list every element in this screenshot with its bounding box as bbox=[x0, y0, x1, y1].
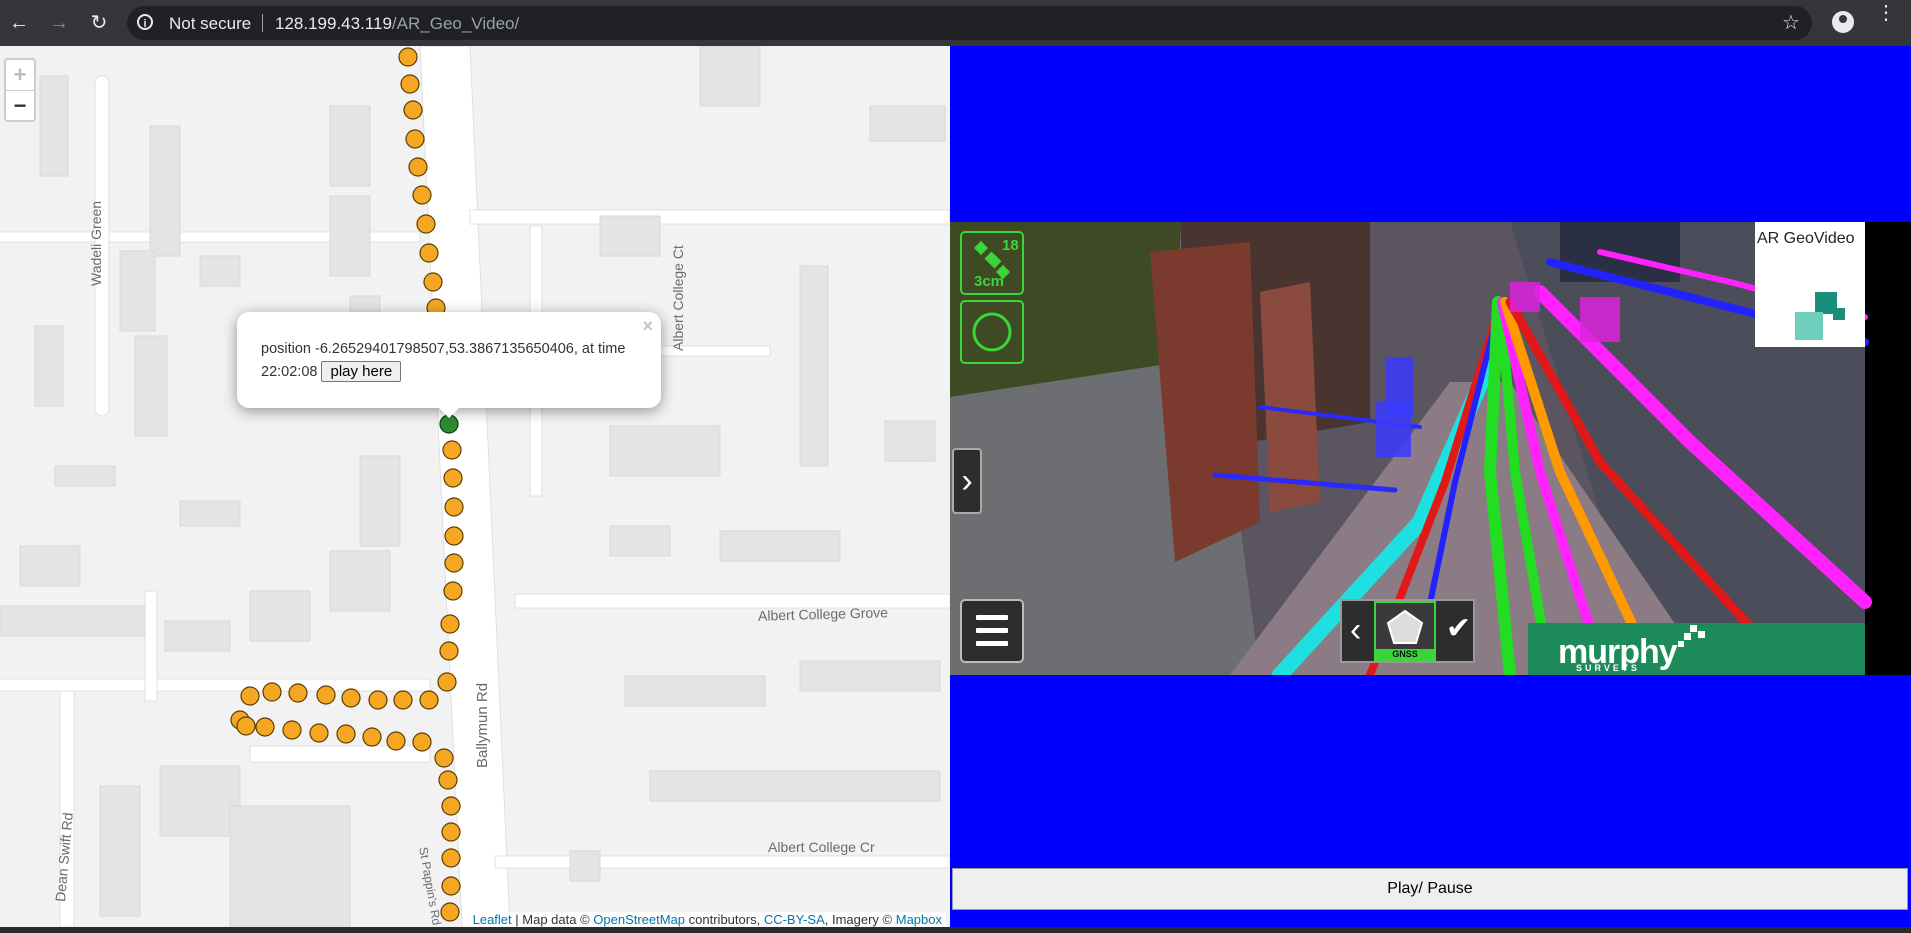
gnss-status-panel[interactable]: 18 3cm bbox=[960, 231, 1024, 295]
brand-logo-icon bbox=[1795, 292, 1845, 340]
menu-icon bbox=[976, 628, 1008, 633]
play-here-button[interactable]: play here bbox=[321, 361, 402, 382]
zoom-out-button[interactable]: − bbox=[6, 91, 34, 121]
security-label: Not secure bbox=[169, 14, 252, 33]
popup-content: position -6.26529401798507,53.3867135650… bbox=[261, 338, 641, 384]
map-panel[interactable]: + − Wadeli Green Albert College Ct Alber… bbox=[0, 46, 950, 927]
compass-button[interactable] bbox=[960, 300, 1024, 364]
chevron-right-icon: › bbox=[961, 462, 973, 500]
hamburger-menu-button[interactable] bbox=[960, 599, 1024, 663]
menu-icon bbox=[976, 641, 1008, 646]
attribution-text: contributors, bbox=[685, 912, 764, 927]
road bbox=[494, 855, 950, 869]
expand-panel-button[interactable]: › bbox=[952, 448, 982, 514]
company-subtitle: SURVEYS bbox=[1576, 663, 1640, 673]
street-label-ballymun: Ballymun Rd bbox=[474, 682, 491, 768]
bookmark-star-icon[interactable]: ☆ bbox=[1782, 10, 1800, 35]
checkmark-icon[interactable]: ✔ bbox=[1446, 611, 1471, 646]
profile-avatar-icon[interactable] bbox=[1832, 11, 1854, 33]
gnss-accuracy: 3cm bbox=[974, 273, 1005, 290]
pentagon-icon bbox=[1386, 609, 1424, 644]
reload-icon[interactable]: ↻ bbox=[86, 10, 112, 36]
url-text[interactable]: 128.199.43.119/AR_Geo_Video/ bbox=[275, 14, 519, 34]
zoom-control: + − bbox=[4, 58, 36, 122]
address-bar[interactable]: i Not secure 128.199.43.119/AR_Geo_Video… bbox=[127, 6, 1812, 40]
license-link[interactable]: CC-BY-SA bbox=[764, 912, 825, 927]
attribution-text: | Map data © bbox=[511, 912, 594, 927]
forward-arrow-icon[interactable]: → bbox=[46, 10, 72, 36]
popup-close-button[interactable]: × bbox=[642, 316, 653, 337]
zoom-in-button[interactable]: + bbox=[6, 60, 34, 91]
road bbox=[0, 678, 431, 692]
osm-link[interactable]: OpenStreetMap bbox=[593, 912, 685, 927]
road bbox=[469, 209, 950, 225]
info-icon[interactable]: i bbox=[137, 14, 153, 30]
street-label-albert-college-cr: Albert College Cr bbox=[768, 839, 875, 855]
leaflet-link[interactable]: Leaflet bbox=[473, 912, 512, 927]
gnss-satellite-count: 18 bbox=[1002, 237, 1019, 254]
map-attribution: Leaflet | Map data © OpenStreetMap contr… bbox=[468, 912, 946, 927]
road bbox=[144, 590, 158, 702]
menu-icon bbox=[976, 615, 1008, 620]
road-ballymun bbox=[419, 46, 511, 927]
attribution-text: , Imagery © bbox=[824, 912, 896, 927]
street-label-albert-college-ct: Albert College Ct bbox=[670, 245, 686, 351]
play-pause-button[interactable]: Play/ Pause bbox=[952, 868, 1908, 910]
compass-icon bbox=[972, 312, 1012, 352]
gnss-tool-button[interactable]: GNSS bbox=[1374, 601, 1436, 661]
map-tiles bbox=[0, 46, 950, 927]
back-arrow-icon[interactable]: ← bbox=[6, 10, 32, 36]
divider bbox=[262, 14, 263, 32]
browser-toolbar: ← → ↻ i Not secure 128.199.43.119/AR_Geo… bbox=[0, 0, 1911, 46]
popup-position-text: position -6.26529401798507,53.3867135650… bbox=[261, 341, 626, 380]
company-mark-icon bbox=[1678, 625, 1705, 647]
murphy-surveys-logo: murphy SURVEYS bbox=[1528, 623, 1865, 675]
more-menu-icon[interactable]: ⋮ bbox=[1876, 3, 1896, 23]
road bbox=[249, 745, 431, 763]
street-label-wadeli: Wadeli Green bbox=[88, 200, 104, 286]
gnss-tool-label: GNSS bbox=[1376, 649, 1434, 659]
video-panel: 18 3cm AR GeoVideo › ‹ GNSS ✔ murphy SUR… bbox=[950, 46, 1911, 927]
tool-selector: ‹ GNSS ✔ bbox=[1340, 599, 1475, 663]
chevron-left-icon[interactable]: ‹ bbox=[1350, 611, 1361, 650]
position-popup: × position -6.26529401798507,53.38671356… bbox=[237, 312, 661, 418]
mapbox-link[interactable]: Mapbox bbox=[896, 912, 942, 927]
ar-geovideo-logo: AR GeoVideo bbox=[1755, 222, 1865, 347]
ar-video-frame[interactable]: 18 3cm AR GeoVideo › ‹ GNSS ✔ murphy SUR… bbox=[950, 222, 1911, 675]
url-host: 128.199.43.119 bbox=[275, 14, 392, 33]
street-label-albert-college-grove: Albert College Grove bbox=[757, 604, 889, 624]
url-path: /AR_Geo_Video/ bbox=[391, 14, 520, 33]
